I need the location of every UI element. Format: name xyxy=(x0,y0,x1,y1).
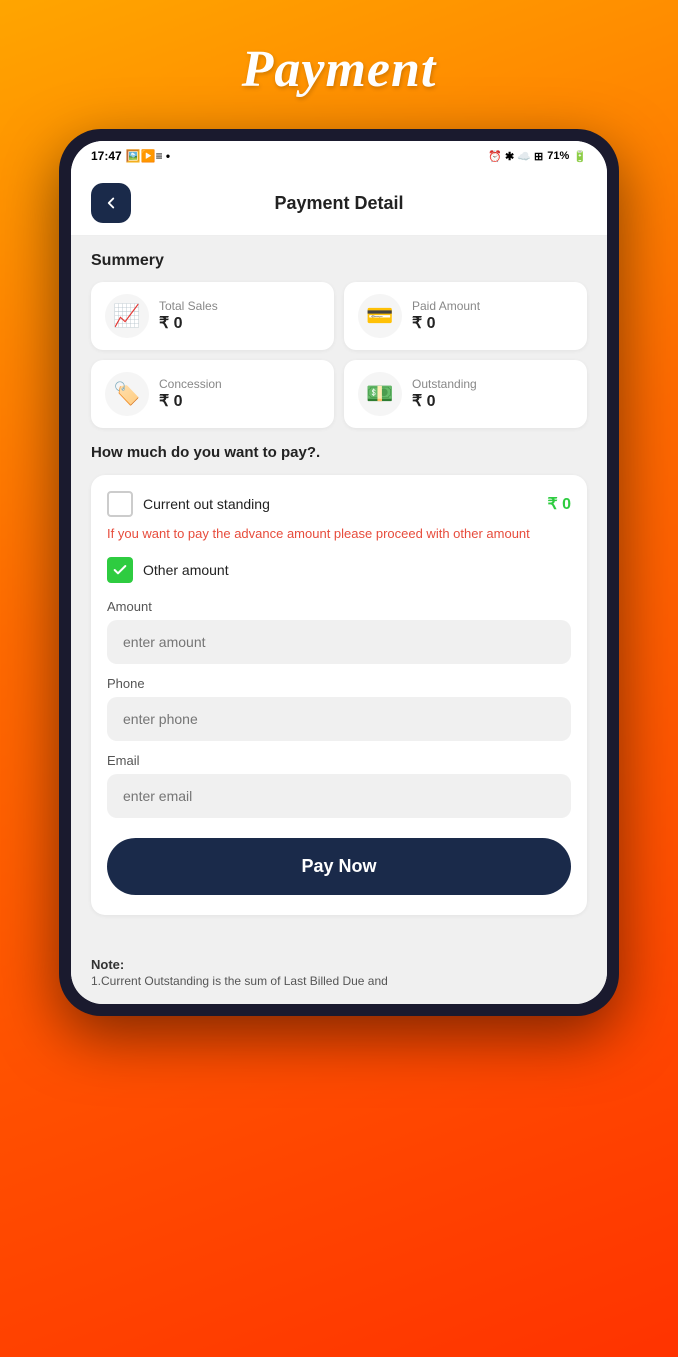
how-much-label: How much do you want to pay?. xyxy=(91,444,587,461)
phone-screen: 17:47 🖼️▶️≡ • ⏰ ✱ ☁️ ⊞ 71% 🔋 Payment Det… xyxy=(71,141,607,1004)
total-sales-icon: 📈 xyxy=(105,294,149,338)
status-time: 17:47 xyxy=(91,149,122,163)
phone-field-group: Phone xyxy=(107,676,571,741)
outstanding-icon: 💵 xyxy=(358,372,402,416)
amount-label: Amount xyxy=(107,599,571,614)
page-title: Payment xyxy=(242,40,437,99)
phone-frame: 17:47 🖼️▶️≡ • ⏰ ✱ ☁️ ⊞ 71% 🔋 Payment Det… xyxy=(59,129,619,1016)
app-header: Payment Detail xyxy=(71,171,607,236)
advance-notice: If you want to pay the advance amount pl… xyxy=(107,525,571,543)
header-title: Payment Detail xyxy=(274,193,403,214)
status-battery: 71% xyxy=(547,150,569,162)
content-area: Summery 📈 Total Sales ₹ 0 💳 Paid Amount … xyxy=(71,236,607,947)
note-text: 1.Current Outstanding is the sum of Last… xyxy=(91,972,587,990)
battery-icon: 🔋 xyxy=(573,150,587,163)
paid-amount-label: Paid Amount xyxy=(412,299,480,313)
paid-amount-card: 💳 Paid Amount ₹ 0 xyxy=(344,282,587,350)
concession-value: ₹ 0 xyxy=(159,391,222,411)
current-outstanding-amount: ₹ 0 xyxy=(547,494,571,514)
amount-field-group: Amount xyxy=(107,599,571,664)
email-field-group: Email xyxy=(107,753,571,818)
status-notifications: ⏰ ✱ ☁️ ⊞ xyxy=(488,150,543,163)
email-input[interactable] xyxy=(107,774,571,818)
current-outstanding-row: Current out standing ₹ 0 xyxy=(107,491,571,517)
payment-section: Current out standing ₹ 0 If you want to … xyxy=(91,475,587,915)
outstanding-value: ₹ 0 xyxy=(412,391,477,411)
current-outstanding-checkbox[interactable] xyxy=(107,491,133,517)
current-outstanding-label: Current out standing xyxy=(143,496,270,512)
amount-input[interactable] xyxy=(107,620,571,664)
paid-amount-value: ₹ 0 xyxy=(412,313,480,333)
summary-grid: 📈 Total Sales ₹ 0 💳 Paid Amount ₹ 0 🏷️ xyxy=(91,282,587,428)
note-section: Note: 1.Current Outstanding is the sum o… xyxy=(71,947,607,1004)
pay-now-button[interactable]: Pay Now xyxy=(107,838,571,895)
back-button[interactable] xyxy=(91,183,131,223)
summary-section-label: Summery xyxy=(91,252,587,270)
phone-label: Phone xyxy=(107,676,571,691)
phone-input[interactable] xyxy=(107,697,571,741)
total-sales-value: ₹ 0 xyxy=(159,313,218,333)
paid-amount-icon: 💳 xyxy=(358,294,402,338)
outstanding-card: 💵 Outstanding ₹ 0 xyxy=(344,360,587,428)
email-label: Email xyxy=(107,753,571,768)
status-icons: 🖼️▶️≡ • xyxy=(126,149,170,163)
note-title: Note: xyxy=(91,957,587,972)
total-sales-label: Total Sales xyxy=(159,299,218,313)
concession-card: 🏷️ Concession ₹ 0 xyxy=(91,360,334,428)
outstanding-label: Outstanding xyxy=(412,377,477,391)
status-bar: 17:47 🖼️▶️≡ • ⏰ ✱ ☁️ ⊞ 71% 🔋 xyxy=(71,141,607,171)
other-amount-checkbox[interactable] xyxy=(107,557,133,583)
other-amount-label: Other amount xyxy=(143,562,229,578)
concession-icon: 🏷️ xyxy=(105,372,149,416)
total-sales-card: 📈 Total Sales ₹ 0 xyxy=(91,282,334,350)
concession-label: Concession xyxy=(159,377,222,391)
other-amount-row: Other amount xyxy=(107,557,571,583)
